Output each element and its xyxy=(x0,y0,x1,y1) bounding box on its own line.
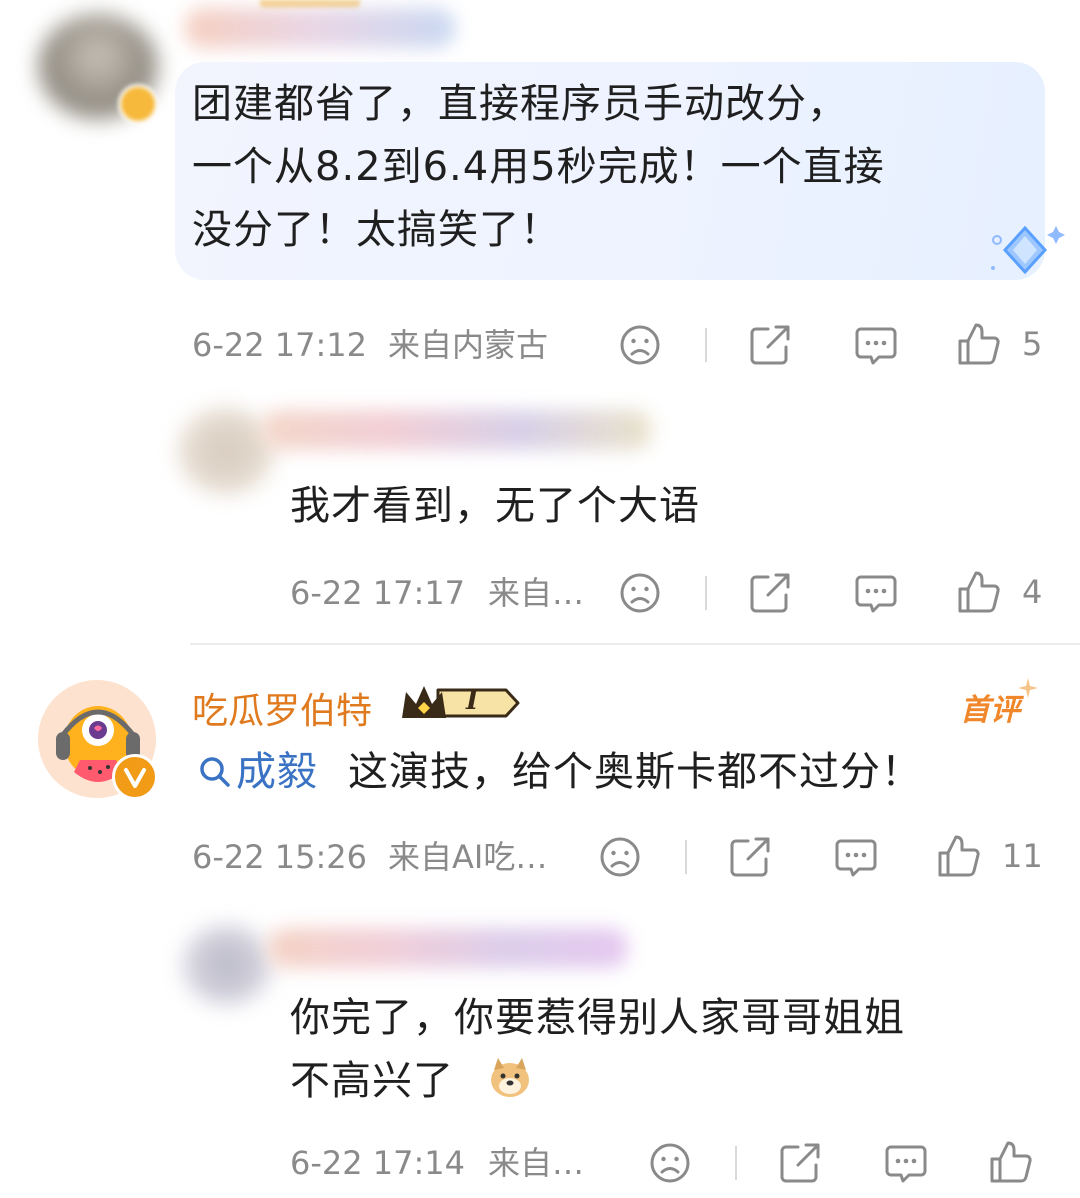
username[interactable]: 吃瓜罗伯特 xyxy=(192,682,372,734)
dislike-face-icon[interactable] xyxy=(648,1141,692,1185)
username-blurred[interactable] xyxy=(262,410,652,450)
like-thumb-icon[interactable] xyxy=(956,321,1002,367)
comment-time: 6-22 15:26 xyxy=(192,838,368,876)
like-thumb-icon[interactable] xyxy=(988,1139,1034,1185)
comment-time: 6-22 17:14 xyxy=(290,1144,466,1182)
comment-icon[interactable] xyxy=(833,835,879,879)
reply-text-line: 不高兴了 xyxy=(290,1058,454,1104)
reply-text-line: 你完了，你要惹得别人家哥哥姐姐 xyxy=(290,995,905,1041)
comment-location: 来自… xyxy=(488,1144,585,1182)
dislike-face-icon[interactable] xyxy=(618,323,662,367)
comment-location: 来自AI吃… xyxy=(388,838,548,876)
comment-location: 来自内蒙古 xyxy=(388,326,549,364)
like-count: 5 xyxy=(1022,325,1043,363)
diamond-sparkle-icon xyxy=(985,222,1065,280)
reply-text: 我才看到，无了个大语 xyxy=(290,483,700,529)
comment-icon[interactable] xyxy=(853,571,899,615)
divider xyxy=(685,840,687,874)
like-thumb-icon[interactable] xyxy=(936,833,982,879)
dislike-face-icon[interactable] xyxy=(598,835,642,879)
dislike-face-icon[interactable] xyxy=(618,571,662,615)
share-icon[interactable] xyxy=(748,571,794,615)
comment-text: 这演技，给个奥斯卡都不过分！ xyxy=(348,749,922,795)
comment-text-line: 团建都省了，直接程序员手动改分， xyxy=(192,81,848,127)
top-edge-strip xyxy=(260,0,360,8)
sparkle-icon xyxy=(1018,678,1038,698)
comment-icon[interactable] xyxy=(883,1141,929,1185)
crown-level-badge-icon: I xyxy=(398,682,522,724)
comment-text-line: 一个从8.2到6.4用5秒完成！一个直接 xyxy=(192,144,885,190)
level-badge-text: I xyxy=(466,686,479,716)
divider xyxy=(735,1146,737,1180)
comment-text-line: 没分了！太搞笑了！ xyxy=(192,207,561,253)
share-icon[interactable] xyxy=(728,835,774,879)
section-divider xyxy=(190,643,1080,645)
vip-v-badge-icon xyxy=(118,84,158,124)
avatar[interactable] xyxy=(178,408,274,494)
comment-icon[interactable] xyxy=(853,323,899,367)
like-count: 11 xyxy=(1002,837,1043,875)
divider xyxy=(705,328,707,362)
share-icon[interactable] xyxy=(778,1141,824,1185)
doge-emoji-icon xyxy=(488,1056,532,1100)
avatar[interactable] xyxy=(182,925,272,1005)
comment-time: 6-22 17:17 xyxy=(290,574,466,612)
search-icon[interactable] xyxy=(195,752,235,792)
share-icon[interactable] xyxy=(748,323,794,367)
comment-time: 6-22 17:12 xyxy=(192,326,368,364)
vip-v-badge-icon xyxy=(112,754,158,800)
comment-location: 来自… xyxy=(488,574,585,612)
first-comment-tag: 首评 xyxy=(960,693,1020,728)
username-blurred[interactable] xyxy=(268,928,628,968)
like-thumb-icon[interactable] xyxy=(956,569,1002,615)
divider xyxy=(705,576,707,610)
username-blurred[interactable] xyxy=(185,8,455,48)
like-count: 4 xyxy=(1022,573,1043,611)
mention-link[interactable]: 成毅 xyxy=(236,746,318,798)
